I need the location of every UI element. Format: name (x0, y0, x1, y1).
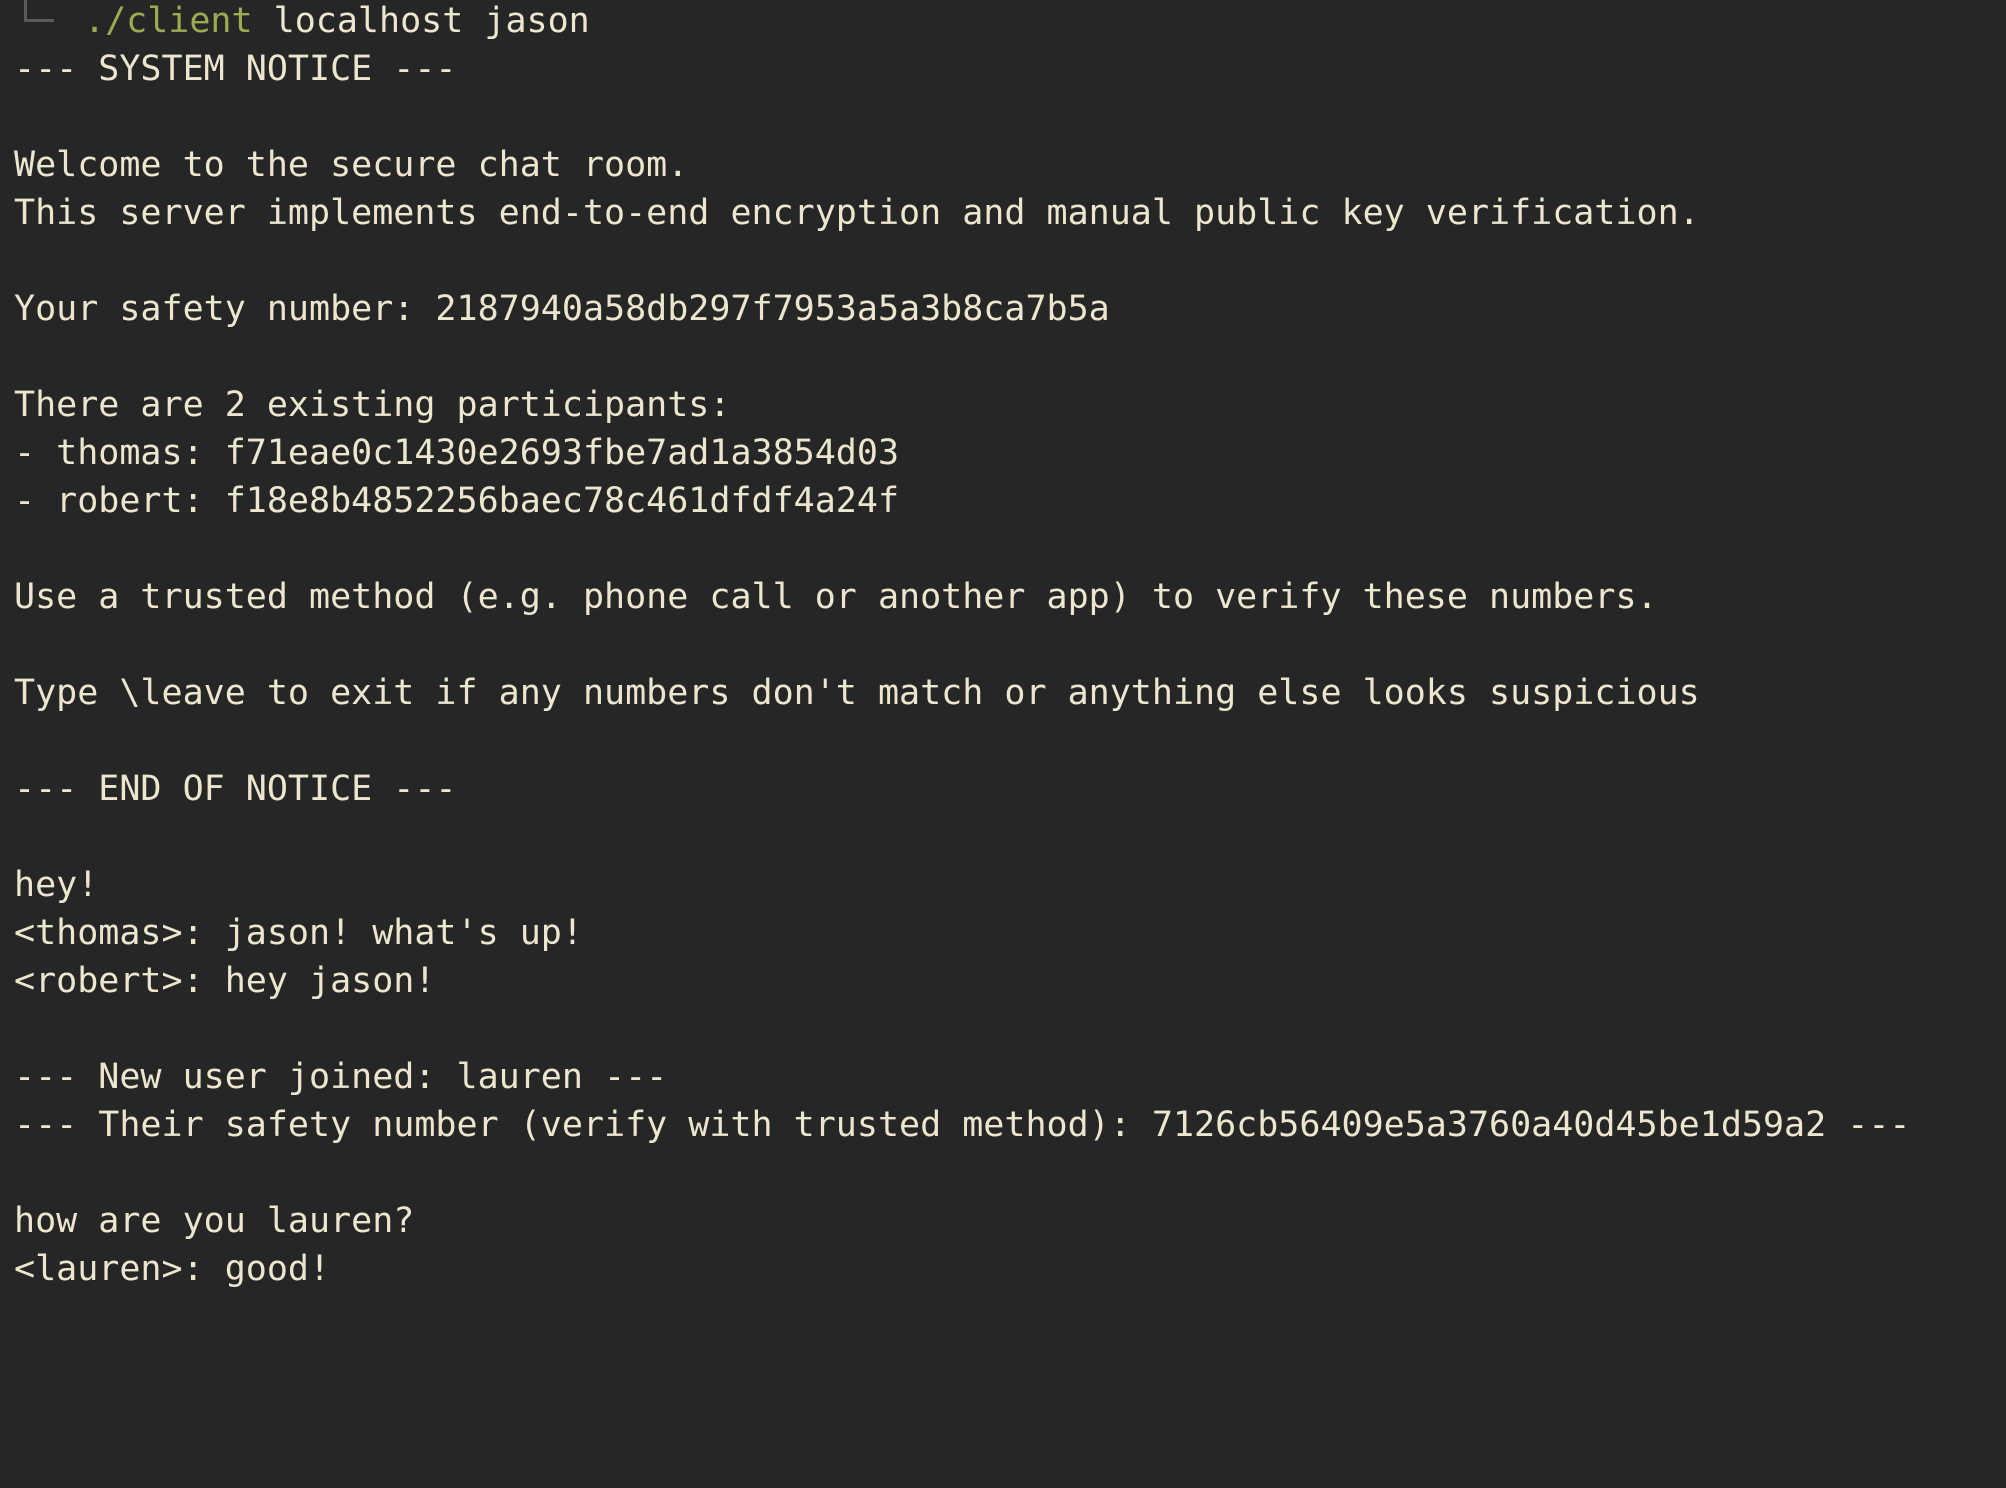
command-path: ./client (84, 1, 253, 41)
end-of-notice-line: --- END OF NOTICE --- (14, 769, 457, 809)
participant-robert-line: - robert: f18e8b4852256baec78c461dfdf4a2… (14, 481, 900, 521)
leave-instruction-line: Type \leave to exit if any numbers don't… (14, 673, 1700, 713)
message-line: <robert>: hey jason! (14, 961, 436, 1001)
prompt-corner-glyph (24, 0, 54, 22)
encryption-info-line: This server implements end-to-end encryp… (14, 193, 1700, 233)
command-args: localhost jason (252, 1, 590, 41)
welcome-line: Welcome to the secure chat room. (14, 145, 689, 185)
message-line: hey! (14, 865, 99, 905)
participant-thomas-line: - thomas: f71eae0c1430e2693fbe7ad1a3854d… (14, 433, 900, 473)
message-line: <thomas>: jason! what's up! (14, 913, 583, 953)
system-notice-header: --- SYSTEM NOTICE --- (14, 49, 457, 89)
new-user-safety-number-line: --- Their safety number (verify with tru… (14, 1105, 1911, 1145)
message-line: <lauren>: good! (14, 1249, 331, 1289)
terminal-window[interactable]: ./client localhost jason --- SYSTEM NOTI… (0, 0, 2006, 1292)
user-joined-line: --- New user joined: lauren --- (14, 1057, 668, 1097)
verify-instruction-line: Use a trusted method (e.g. phone call or… (14, 577, 1658, 617)
participants-count-line: There are 2 existing participants: (14, 385, 731, 425)
message-line: how are you lauren? (14, 1201, 415, 1241)
command-line: ./client localhost jason (84, 0, 590, 45)
own-safety-number-line: Your safety number: 2187940a58db297f7953… (14, 289, 1110, 329)
